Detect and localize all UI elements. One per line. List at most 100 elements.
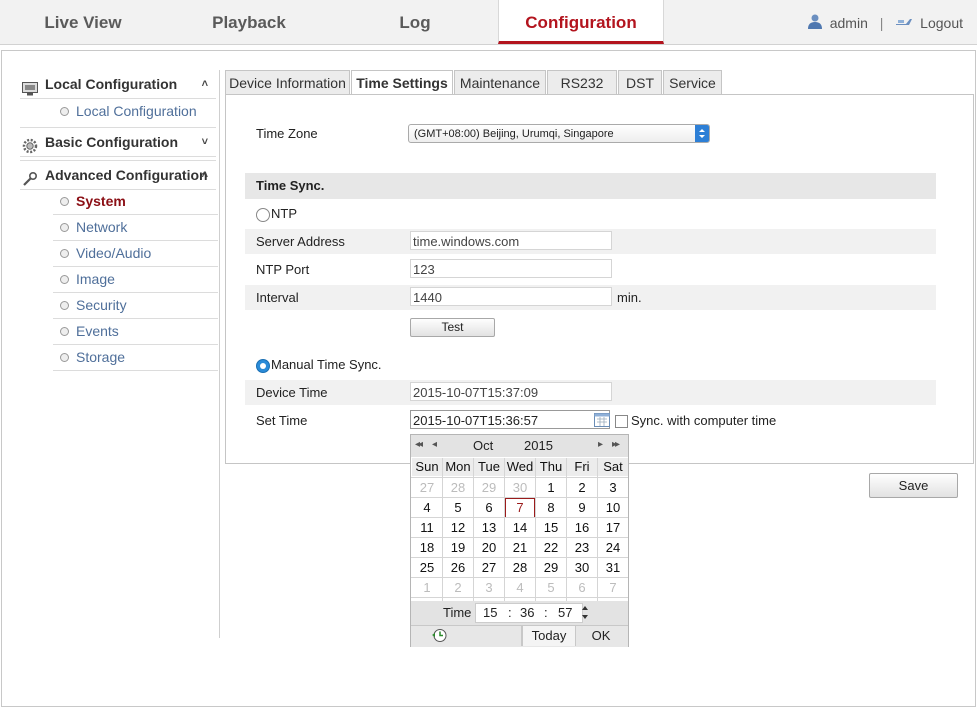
calendar-day[interactable]: 21 (505, 538, 535, 557)
calendar-day[interactable]: 28 (505, 558, 535, 577)
calendar-day[interactable]: 24 (598, 538, 628, 557)
calendar-grid-line (411, 597, 628, 598)
calendar-day[interactable]: 1 (536, 478, 566, 497)
calendar-day[interactable]: 27 (474, 558, 504, 577)
sidebar-section-advanced[interactable]: Advanced Configuration ˄ (20, 160, 216, 190)
calendar-day[interactable]: 19 (443, 538, 473, 557)
time-minute[interactable]: 36 (520, 604, 534, 622)
calendar-day[interactable]: 11 (412, 518, 442, 537)
time-hour[interactable]: 15 (483, 604, 497, 622)
calendar-day-outside[interactable]: 2 (443, 578, 473, 597)
calendar-day[interactable]: 31 (598, 558, 628, 577)
sidebar-section-local[interactable]: Local Configuration ˄ (20, 70, 216, 99)
time-second[interactable]: 57 (558, 604, 572, 622)
tab-rs232[interactable]: RS232 (547, 70, 617, 96)
tab-dst[interactable]: DST (618, 70, 662, 96)
chevron-up-icon[interactable]: ˄ (202, 70, 208, 98)
sidebar-divider (219, 70, 220, 638)
calendar-day[interactable]: 10 (598, 498, 628, 517)
tab-time-settings[interactable]: Time Settings (351, 70, 453, 97)
sidebar-item-security[interactable]: Security (53, 293, 218, 319)
calendar-day-outside[interactable]: 29 (474, 478, 504, 497)
calendar-day-outside[interactable]: 4 (505, 578, 535, 597)
calendar-month[interactable]: Oct (473, 438, 493, 453)
calendar-day[interactable]: 25 (412, 558, 442, 577)
logout-icon[interactable] (895, 1, 913, 47)
calendar-day-outside[interactable]: 27 (412, 478, 442, 497)
save-button[interactable]: Save (869, 473, 958, 498)
time-spin-arrows-icon[interactable] (580, 603, 590, 625)
next-month-icon[interactable]: ▸ (598, 439, 603, 450)
calendar-day[interactable]: 13 (474, 518, 504, 537)
sidebar-item-network[interactable]: Network (53, 215, 218, 241)
calendar-day[interactable]: 15 (536, 518, 566, 537)
ntp-radio[interactable] (256, 208, 270, 222)
manual-sync-radio[interactable] (256, 359, 270, 373)
calendar-day[interactable]: 17 (598, 518, 628, 537)
calendar-day-outside[interactable]: 3 (474, 578, 504, 597)
calendar-day-outside[interactable]: 28 (443, 478, 473, 497)
tab-maintenance[interactable]: Maintenance (454, 70, 546, 96)
calendar-day[interactable]: 6 (474, 498, 504, 517)
sidebar-item-image[interactable]: Image (53, 267, 218, 293)
calendar-day[interactable]: 20 (474, 538, 504, 557)
calendar-day[interactable]: 4 (412, 498, 442, 517)
time-zone-select[interactable]: (GMT+08:00) Beijing, Urumqi, Singapore (408, 124, 710, 143)
nav-tab-configuration[interactable]: Configuration (498, 0, 664, 44)
calendar-day[interactable]: 2 (567, 478, 597, 497)
sidebar-item-events[interactable]: Events (53, 319, 218, 345)
next-year-icon[interactable]: ▸▸ (612, 439, 620, 450)
calendar-day-outside[interactable]: 6 (567, 578, 597, 597)
calendar-day[interactable]: 7 (505, 498, 535, 518)
calendar-day[interactable]: 9 (567, 498, 597, 517)
logout-link[interactable]: Logout (920, 15, 963, 31)
calendar-day[interactable]: 23 (567, 538, 597, 557)
calendar-day[interactable]: 22 (536, 538, 566, 557)
chevron-down-icon[interactable]: ˅ (202, 128, 208, 156)
sync-computer-checkbox[interactable] (615, 415, 628, 428)
tab-device-information[interactable]: Device Information (225, 70, 350, 96)
calendar-day-outside[interactable]: 1 (412, 578, 442, 597)
calendar-day-outside[interactable]: 7 (598, 578, 628, 597)
ok-button[interactable]: OK (576, 626, 626, 646)
bullet-icon (60, 301, 69, 310)
sidebar-item-video-audio[interactable]: Video/Audio (53, 241, 218, 267)
calendar-day[interactable]: 5 (443, 498, 473, 517)
nav-tab-playback[interactable]: Playback (166, 0, 332, 44)
server-address-field[interactable]: time.windows.com (410, 231, 612, 250)
today-button[interactable]: Today (522, 626, 576, 646)
sidebar-item-storage[interactable]: Storage (53, 345, 218, 371)
sidebar-item-label: Network (76, 219, 128, 235)
time-spinner[interactable]: 15 : 36 : 57 (475, 603, 583, 623)
sidebar-section-basic[interactable]: Basic Configuration ˅ (20, 127, 216, 157)
interval-field[interactable]: 1440 (410, 287, 612, 306)
calendar-day[interactable]: 8 (536, 498, 566, 517)
clock-icon[interactable] (431, 628, 449, 646)
calendar-icon[interactable] (594, 412, 610, 430)
sidebar-item-local-configuration[interactable]: Local Configuration (53, 99, 218, 124)
calendar-day[interactable]: 3 (598, 478, 628, 497)
calendar-day[interactable]: 16 (567, 518, 597, 537)
interval-label: Interval (256, 290, 299, 305)
chevron-up-icon[interactable]: ˄ (202, 161, 208, 189)
calendar-year[interactable]: 2015 (524, 438, 553, 453)
calendar-day[interactable]: 18 (412, 538, 442, 557)
set-time-field[interactable]: 2015-10-07T15:36:57 (410, 410, 610, 429)
prev-month-icon[interactable]: ◂ (432, 439, 437, 450)
sidebar-item-system[interactable]: System (53, 189, 218, 215)
prev-year-icon[interactable]: ◂◂ (415, 439, 423, 450)
tab-service[interactable]: Service (663, 70, 722, 96)
test-button[interactable]: Test (410, 318, 495, 337)
nav-tab-live-view[interactable]: Live View (0, 0, 166, 44)
calendar-day[interactable]: 14 (505, 518, 535, 537)
calendar-day[interactable]: 12 (443, 518, 473, 537)
calendar-day-outside[interactable]: 30 (505, 478, 535, 497)
calendar-day[interactable]: 29 (536, 558, 566, 577)
calendar-day-outside[interactable]: 5 (536, 578, 566, 597)
calendar-day[interactable]: 26 (443, 558, 473, 577)
device-time-field: 2015-10-07T15:37:09 (410, 382, 612, 401)
nav-tab-log[interactable]: Log (332, 0, 498, 44)
calendar-day[interactable]: 30 (567, 558, 597, 577)
ntp-port-field[interactable]: 123 (410, 259, 612, 278)
manual-sync-label: Manual Time Sync. (271, 357, 382, 372)
